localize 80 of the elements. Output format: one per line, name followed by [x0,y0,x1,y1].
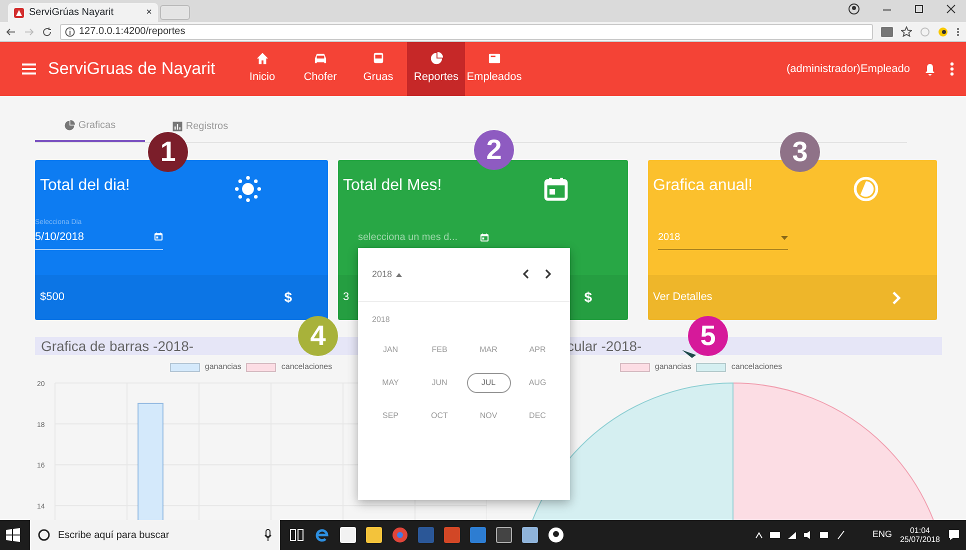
browser-icon[interactable] [314,527,330,543]
more-icon[interactable] [950,62,954,76]
tab[interactable]: Graficas [35,111,145,142]
nav-link[interactable]: Reportes [407,42,466,96]
info-icon [65,26,75,36]
url-text: 127.0.0.1:4200/reportes [79,25,186,39]
legend-label: cancelaciones [731,361,782,373]
address-bar[interactable]: 127.0.0.1:4200/reportes [60,24,873,40]
date-field[interactable]: 5/10/2018 [35,228,163,249]
card-title: Total del Mes! [343,176,442,196]
start-icon[interactable] [6,528,20,542]
pie-chart-icon [64,120,76,131]
tab-close-button[interactable]: × [146,5,152,20]
star-icon[interactable] [901,26,912,37]
bar-chart-icon [172,121,183,132]
card-title: Grafica anual! [653,176,753,196]
app-logo-icon [14,8,24,18]
maximize-icon[interactable] [914,3,924,15]
nav-link[interactable]: Empleados [465,42,524,96]
calendar-icon [480,233,489,242]
app-title: ServiGruas de Nayarit [48,58,216,80]
bus-icon [372,52,385,66]
dollar-sign: $ [584,288,592,307]
legend-label: ganancias [204,361,242,373]
search-placeholder: Escribe aquí para buscar [58,528,170,542]
pie-chart-icon [853,176,879,202]
legend-label: ganancias [654,361,692,373]
task-view-icon[interactable] [290,529,304,541]
user-label: (administrador)Empleado [786,62,910,77]
pie-chart-icon [430,52,443,66]
month-option[interactable]: AUG [516,373,560,393]
language-indicator[interactable]: ENG [872,528,892,542]
month-option[interactable]: NOV [466,406,510,426]
search-field[interactable]: Escribe aquí para buscar [30,520,280,550]
month-option[interactable]: MAY [368,373,412,393]
clock-date[interactable]: 25/07/2018 [900,535,940,544]
reload-icon[interactable] [42,26,52,36]
month-field[interactable]: selecciona un mes d... [358,230,493,245]
tab-title: ServiGrúas Nayarit [29,6,114,20]
profile-icon[interactable] [848,3,860,15]
extension-icon[interactable] [938,26,948,36]
month-option[interactable]: OCT [418,406,462,426]
close-icon[interactable] [946,3,956,15]
amount-text: $500 [40,290,64,306]
nav-link[interactable]: Chofer [291,42,350,96]
annotation-marker: 3 [780,132,820,172]
bell-icon[interactable] [924,62,936,76]
legend-swatch [246,362,276,372]
annotation-marker: 1 [148,132,188,172]
back-icon[interactable] [6,26,16,36]
month-option[interactable]: JUL [466,373,510,393]
menu-icon[interactable] [956,26,960,36]
amount-text: 3 [343,290,350,306]
search-icon [38,529,50,541]
caret-icon [781,236,788,240]
details-link[interactable]: Ver Detalles [653,289,712,306]
car-icon [314,52,327,66]
browser-icon[interactable] [392,527,408,543]
month-option[interactable]: DEC [516,406,560,426]
menu-icon[interactable] [22,63,36,75]
dollar-sign: $ [284,288,292,307]
calendar-icon [543,176,569,202]
notification-icon[interactable] [948,529,960,541]
legend-label: cancelaciones [281,361,332,373]
card-icon [488,52,501,66]
calendar-icon [154,232,163,242]
month-option[interactable]: SEP [368,406,412,426]
legend-swatch [170,362,200,372]
browser-tab[interactable]: ServiGrúas Nayarit × [8,3,158,22]
home-icon [256,52,269,66]
microphone-icon[interactable] [264,529,272,541]
annotation-marker: 2 [474,130,514,170]
sun-icon [235,176,261,202]
year-label: 2018 [371,314,391,326]
clock-time[interactable]: 01:04 [910,526,930,535]
card-title: Total del dia! [40,176,130,196]
month-option[interactable]: JUN [418,373,462,393]
nav-link[interactable]: Inicio [233,42,292,96]
nav-link[interactable]: Gruas [349,42,408,96]
year-button[interactable]: 2018 [372,268,402,282]
